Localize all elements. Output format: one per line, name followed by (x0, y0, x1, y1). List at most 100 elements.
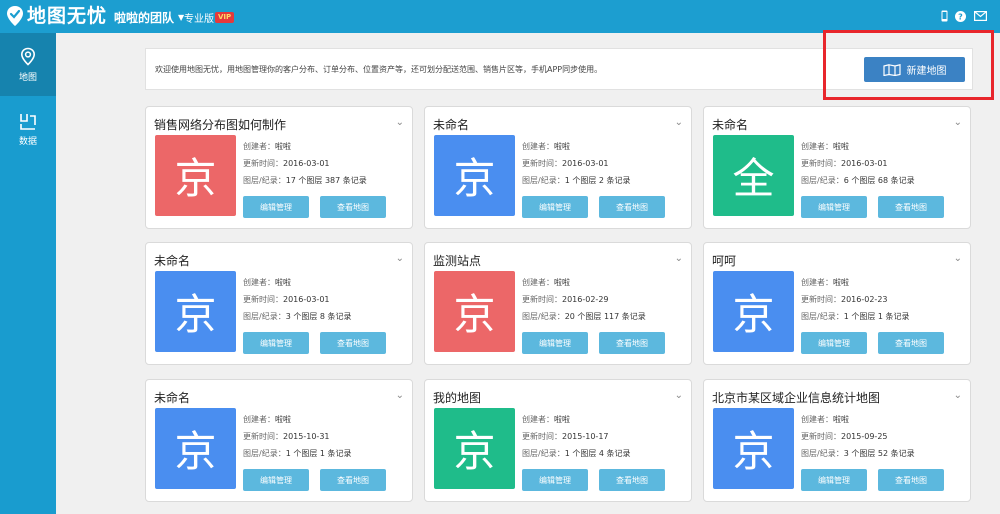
edit-manage-button[interactable]: 编辑管理 (243, 469, 309, 491)
view-map-button[interactable]: 查看地图 (599, 469, 665, 491)
svg-text:?: ? (958, 12, 963, 21)
app-name: 地图无忧 (27, 5, 108, 27)
map-thumbnail[interactable]: 京 (434, 271, 515, 352)
view-map-button[interactable]: 查看地图 (878, 196, 944, 218)
view-map-button[interactable]: 查看地图 (878, 469, 944, 491)
map-title[interactable]: 销售网络分布图如何制作 (154, 116, 286, 133)
layers-label: 图层/纪录： (522, 176, 565, 185)
map-title[interactable]: 我的地图 (433, 389, 481, 406)
view-map-button[interactable]: 查看地图 (599, 332, 665, 354)
creator-value: 啦啦 (554, 415, 570, 424)
edit-manage-button[interactable]: 编辑管理 (243, 196, 309, 218)
creator-row: 创建者：啦啦 (801, 277, 849, 288)
creator-row: 创建者：啦啦 (522, 277, 570, 288)
map-card[interactable]: 北京市某区域企业信息统计地图 ⌄ 京 创建者：啦啦 更新时间：2015-09-25 图层/… (703, 379, 971, 502)
edit-manage-button[interactable]: 编辑管理 (801, 196, 867, 218)
map-card[interactable]: 未命名 ⌄ 京 创建者：啦啦 更新时间：2015-10-31 图层/纪录：1 个图层 1 … (145, 379, 413, 502)
updated-row: 更新时间：2016-03-01 (522, 158, 609, 169)
highlight-box (823, 30, 994, 100)
map-card[interactable]: 未命名 ⌄ 京 创建者：啦啦更新时间：2016-03-01 图层/纪录：1 个图层 2 … (424, 106, 692, 229)
layers-value: 1 个图层 1 条记录 (843, 312, 910, 321)
creator-label: 创建者： (243, 142, 275, 151)
map-card[interactable]: 呵呵 ⌄ 京 创建者：啦啦 更新时间：2016-02-23 图层/纪录：1 个图层 1 条… (703, 242, 971, 365)
edit-manage-button[interactable]: 编辑管理 (801, 469, 867, 491)
map-thumbnail[interactable]: 京 (713, 408, 794, 489)
sidebar-item-data[interactable]: 数据 (0, 99, 56, 162)
logo[interactable]: 地图无忧 (6, 4, 107, 28)
updated-label: 更新时间： (243, 432, 283, 441)
updated-row: 更新时间：2015-10-17 (522, 431, 609, 442)
chevron-down-icon[interactable]: ⌄ (954, 117, 962, 128)
creator-value: 啦啦 (554, 278, 570, 287)
map-title[interactable]: 呵呵 (712, 252, 736, 269)
updated-label: 更新时间： (522, 432, 562, 441)
updated-row: 更新时间：2016-03-01 (243, 158, 330, 169)
map-thumbnail[interactable]: 全 (713, 135, 794, 216)
map-title[interactable]: 未命名 (154, 389, 190, 406)
chevron-down-icon[interactable]: ⌄ (675, 253, 683, 264)
layers-value: 3 个图层 52 条记录 (843, 449, 915, 458)
creator-row: 创建者：啦啦 (522, 141, 570, 152)
creator-value: 啦啦 (833, 415, 849, 424)
chevron-down-icon[interactable]: ⌄ (954, 253, 962, 264)
updated-label: 更新时间： (801, 432, 841, 441)
updated-label: 更新时间： (243, 295, 283, 304)
map-card[interactable]: 未命名 ⌄ 全 创建者：啦啦 更新时间：2016-03-01 图层/纪录：6 个图层 68… (703, 106, 971, 229)
map-thumbnail[interactable]: 京 (155, 408, 236, 489)
updated-value: 2016-03-01 (283, 295, 330, 304)
map-card[interactable]: 未命名 ⌄ 京 创建者：啦啦 更新时间：2016-03-01 图层/纪录：3 个图层 8 … (145, 242, 413, 365)
team-switcher[interactable]: 啦啦的团队 ▼ (114, 9, 184, 26)
chevron-down-icon[interactable]: ⌄ (396, 117, 404, 128)
layers-value: 3 个图层 8 条记录 (285, 312, 352, 321)
chevron-down-icon[interactable]: ⌄ (675, 390, 683, 401)
vip-badge: VIP (215, 12, 235, 23)
map-thumbnail[interactable]: 京 (713, 271, 794, 352)
layers-value: 1 个图层 1 条记录 (285, 449, 352, 458)
updated-label: 更新时间： (243, 159, 283, 168)
map-title[interactable]: 监测站点 (433, 252, 481, 269)
map-thumbnail[interactable]: 京 (434, 135, 515, 216)
creator-value: 啦啦 (275, 142, 291, 151)
chevron-down-icon[interactable]: ⌄ (396, 253, 404, 264)
top-bar: 地图无忧 啦啦的团队 ▼ 专业版 VIP ? (0, 0, 1000, 33)
thumbnail-char: 京 (174, 154, 217, 203)
view-map-button[interactable]: 查看地图 (599, 196, 665, 218)
chevron-down-icon[interactable]: ⌄ (954, 390, 962, 401)
layers-row: 图层/纪录：1 个图层 2 条记录 (522, 175, 631, 186)
layers-row: 图层/纪录：1 个图层 4 条记录 (522, 448, 631, 459)
map-thumbnail[interactable]: 京 (434, 408, 515, 489)
view-map-button[interactable]: 查看地图 (878, 332, 944, 354)
map-title[interactable]: 未命名 (154, 252, 190, 269)
view-map-button[interactable]: 查看地图 (320, 196, 386, 218)
logo-pin-icon (7, 6, 23, 26)
view-map-button[interactable]: 查看地图 (320, 469, 386, 491)
thumbnail-char: 京 (174, 290, 217, 339)
edit-manage-button[interactable]: 编辑管理 (801, 332, 867, 354)
mail-icon[interactable] (973, 9, 987, 23)
creator-row: 创建者：啦啦 (522, 414, 570, 425)
updated-row: 更新时间：2016-03-01 (243, 294, 330, 305)
edit-manage-button[interactable]: 编辑管理 (243, 332, 309, 354)
map-thumbnail[interactable]: 京 (155, 135, 236, 216)
sidebar-item-map[interactable]: 地图 (0, 33, 56, 96)
chevron-down-icon[interactable]: ⌄ (396, 390, 404, 401)
view-map-button[interactable]: 查看地图 (320, 332, 386, 354)
edit-manage-button[interactable]: 编辑管理 (522, 196, 588, 218)
layers-label: 图层/纪录： (801, 312, 844, 321)
help-icon[interactable]: ? (954, 9, 966, 23)
map-title[interactable]: 北京市某区域企业信息统计地图 (712, 389, 880, 406)
creator-label: 创建者： (522, 142, 554, 151)
edit-manage-button[interactable]: 编辑管理 (522, 332, 588, 354)
layers-label: 图层/纪录： (243, 176, 286, 185)
chevron-down-icon[interactable]: ⌄ (675, 117, 683, 128)
map-title[interactable]: 未命名 (433, 116, 469, 133)
updated-value: 2015-10-31 (283, 432, 330, 441)
map-card[interactable]: 监测站点 ⌄ 京 创建者：啦啦 更新时间：2016-02-29 图层/纪录：20 个图层 … (424, 242, 692, 365)
edit-manage-button[interactable]: 编辑管理 (522, 469, 588, 491)
layers-row: 图层/纪录：1 个图层 1 条记录 (801, 311, 910, 322)
map-thumbnail[interactable]: 京 (155, 271, 236, 352)
mobile-icon[interactable] (940, 9, 948, 23)
map-title[interactable]: 未命名 (712, 116, 748, 133)
map-card[interactable]: 销售网络分布图如何制作 ⌄ 京 创建者：啦啦更新时间：2016-03-01 图层/纪录：… (145, 106, 413, 229)
map-card[interactable]: 我的地图 ⌄ 京 创建者：啦啦更新时间：2015-10-17 图层/纪录：1 个图层 4… (424, 379, 692, 502)
